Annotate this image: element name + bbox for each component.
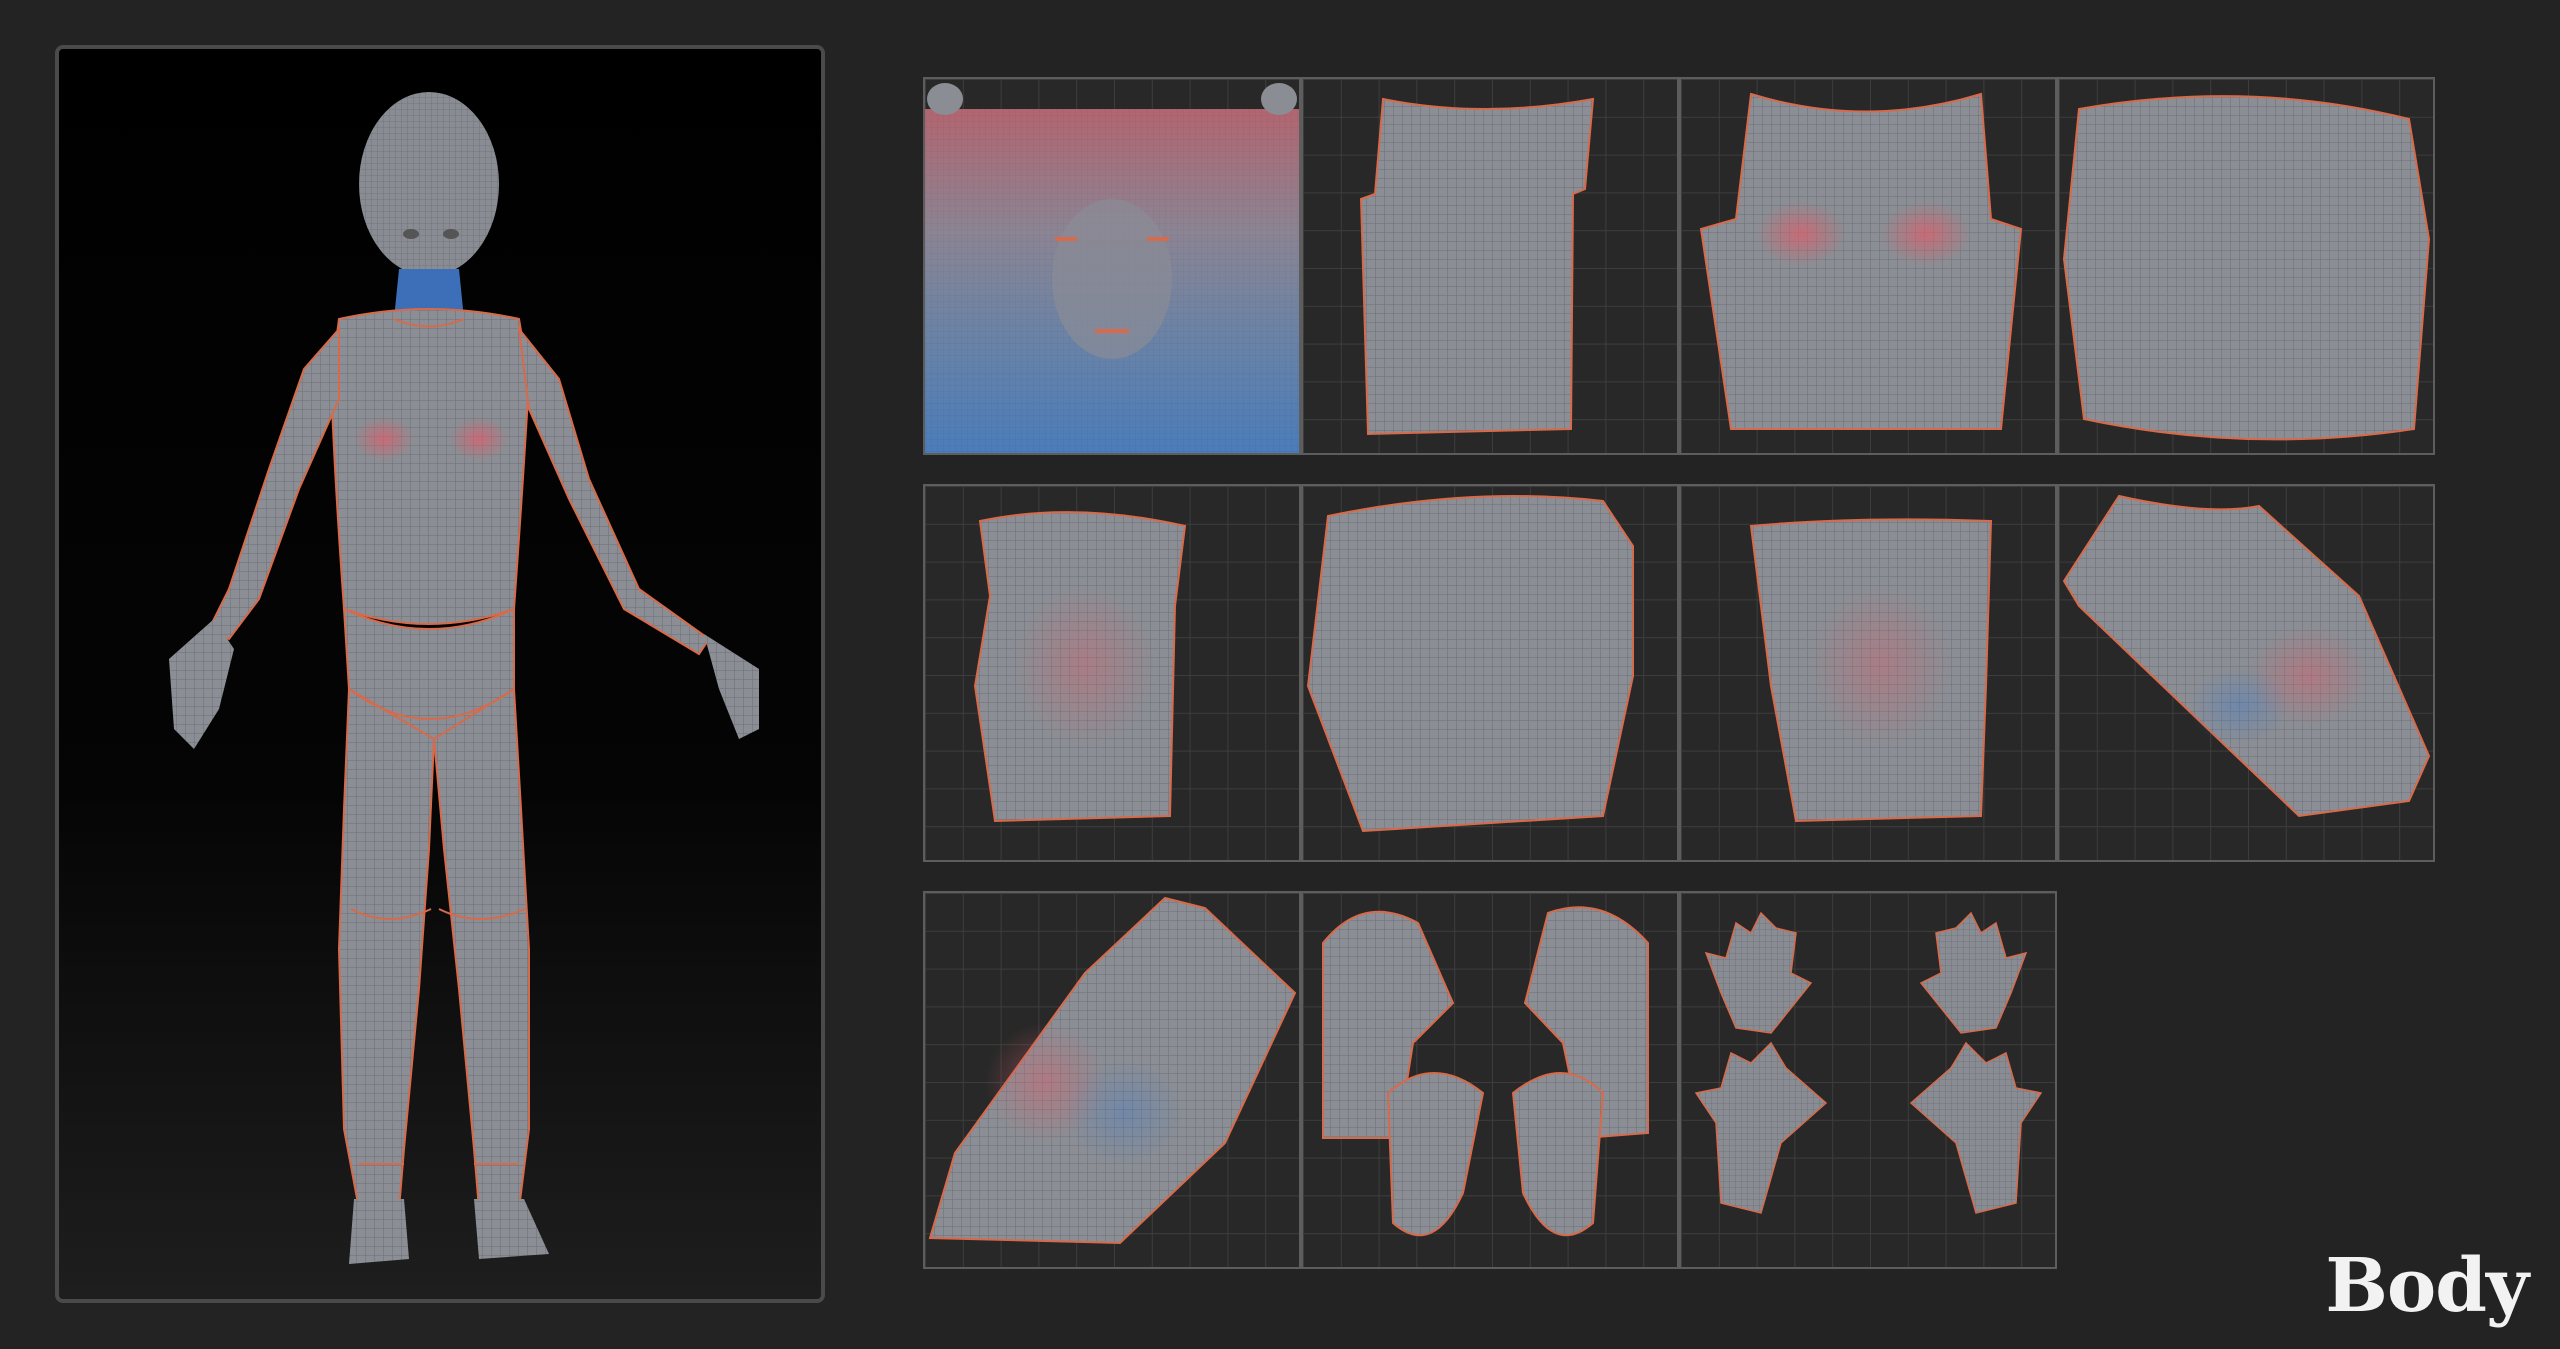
uv-tile-hip-right: [1679, 484, 2057, 862]
uv-tile-hands: [1679, 891, 2057, 1269]
uv-tile-torso-front-a: [1301, 77, 1679, 455]
uv-tile-torso-back: [2057, 77, 2435, 455]
model-viewport[interactable]: [55, 45, 825, 1303]
uv-tile-head: [923, 77, 1301, 455]
uv-tile-hip-left: [923, 484, 1301, 862]
uv-tile-pelvis: [1301, 484, 1679, 862]
uv-tile-feet: [1301, 891, 1679, 1269]
caption-title: Body: [2325, 1243, 2529, 1329]
uv-tile-leg-upper: [2057, 484, 2435, 862]
character-model: [169, 92, 759, 1264]
uv-tile-torso-front-b: [1679, 77, 2057, 455]
uv-tile-leg-lower: [923, 891, 1301, 1269]
